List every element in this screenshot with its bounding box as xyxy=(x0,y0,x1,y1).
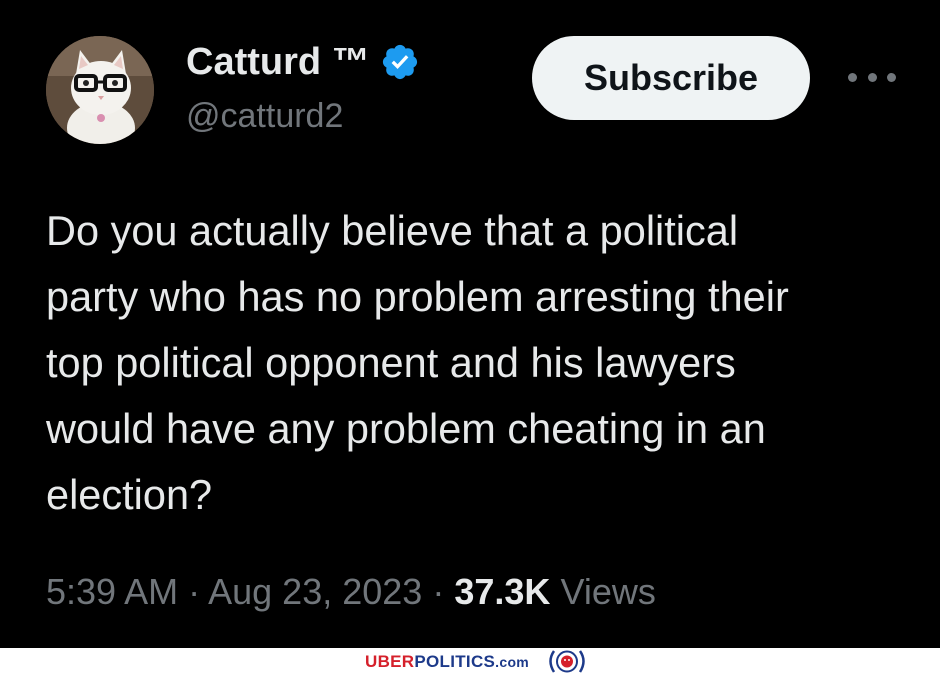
tweet-date[interactable]: Aug 23, 2023 xyxy=(208,571,422,612)
watermark-footer: UBERPOLITICS.com xyxy=(0,648,940,675)
author-handle[interactable]: @catturd2 xyxy=(186,96,343,136)
watermark-brand: UBERPOLITICS.com xyxy=(365,651,529,673)
brand-uber: UBER xyxy=(365,652,415,671)
lion-logo-icon xyxy=(549,650,585,673)
avatar[interactable] xyxy=(46,36,154,144)
brand-suffix: .com xyxy=(495,654,530,670)
views-label: Views xyxy=(560,571,656,612)
more-options-icon[interactable] xyxy=(848,62,896,92)
author-display-name[interactable]: Catturd ™ xyxy=(186,40,370,84)
more-dot xyxy=(887,72,896,82)
author-name-row: Catturd ™ xyxy=(186,40,420,84)
tweet-time[interactable]: 5:39 AM xyxy=(46,571,178,612)
more-dot xyxy=(848,72,857,82)
tweet-card: Catturd ™ @catturd2 Subscribe Do you act… xyxy=(0,0,940,648)
views-count[interactable]: 37.3K xyxy=(454,571,550,612)
more-dot xyxy=(867,72,877,82)
cat-avatar-image xyxy=(46,36,154,144)
verified-badge-icon[interactable] xyxy=(380,42,420,82)
meta-separator: · xyxy=(188,571,201,612)
meta-separator: · xyxy=(432,571,445,612)
subscribe-button[interactable]: Subscribe xyxy=(532,36,810,120)
tweet-text: Do you actually believe that a political… xyxy=(46,207,789,518)
brand-politics: POLITICS xyxy=(414,652,496,671)
tweet-meta: 5:39 AM · Aug 23, 2023 · 37.3K Views xyxy=(46,570,656,614)
